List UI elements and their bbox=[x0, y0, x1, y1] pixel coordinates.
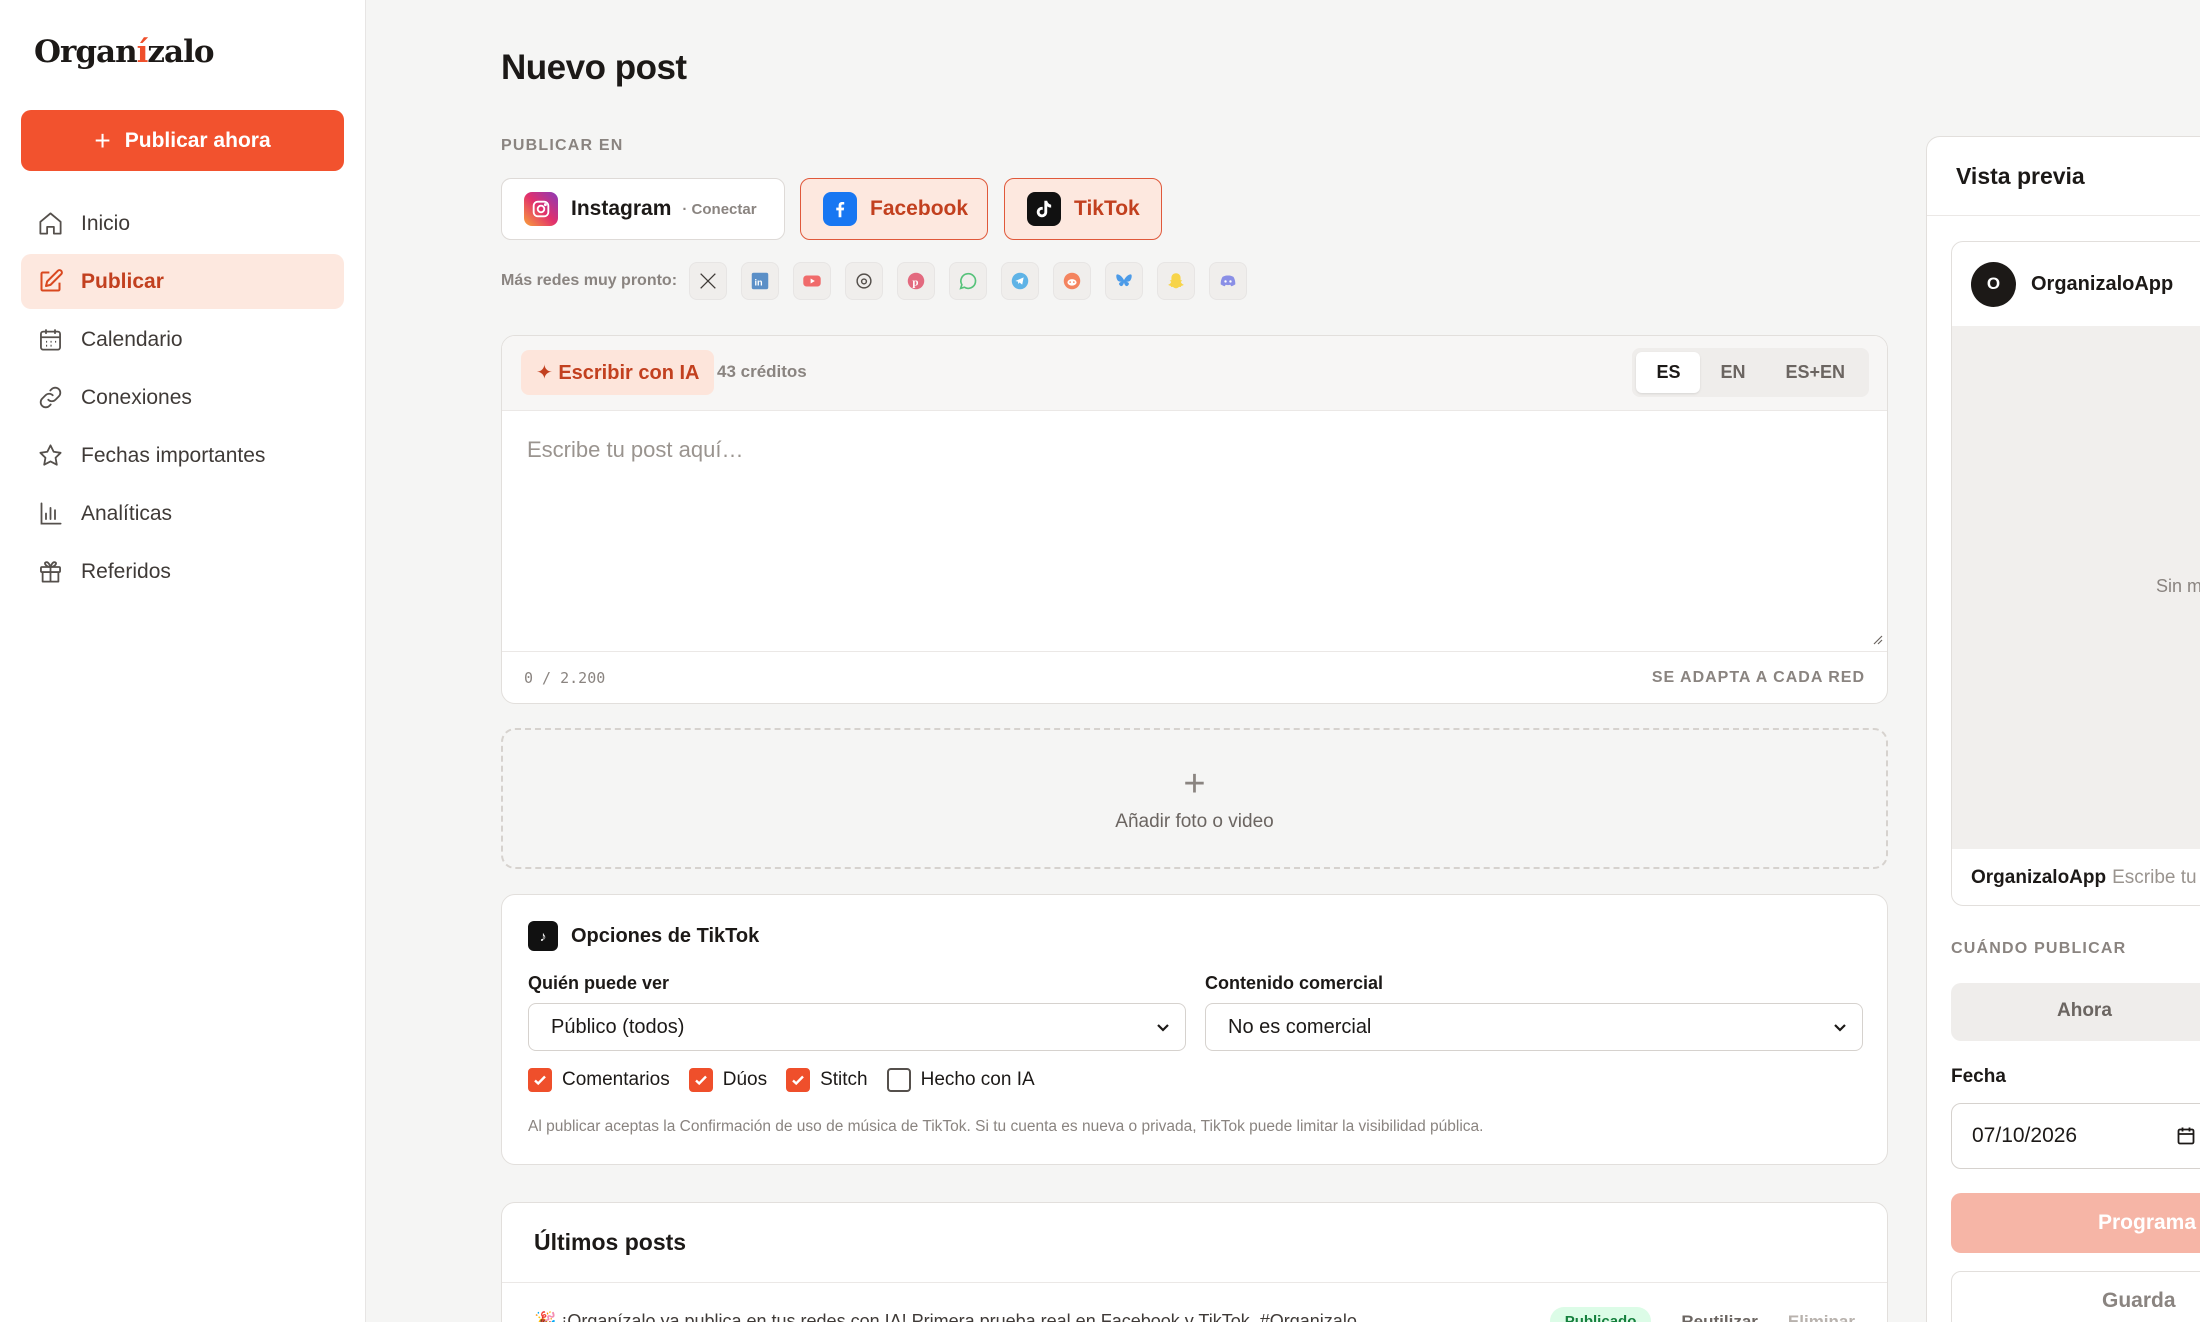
avatar: O bbox=[1971, 261, 2016, 307]
language-toggle: ES EN ES+EN bbox=[1632, 348, 1869, 397]
svg-text:in: in bbox=[755, 278, 764, 288]
write-with-ai-button[interactable]: ✦ Escribir con IA bbox=[521, 350, 715, 395]
plus-icon: + bbox=[1183, 762, 1206, 805]
date-input[interactable]: 07/10/2026 bbox=[1951, 1103, 2200, 1169]
lang-es-en-option[interactable]: ES+EN bbox=[1765, 352, 1865, 393]
lang-en-option[interactable]: EN bbox=[1700, 352, 1765, 393]
preview-card: O OrganizaloApp Sin m OrganizaloApp Escr… bbox=[1951, 241, 2200, 906]
x-icon bbox=[689, 262, 728, 300]
sidebar-item-analiticas[interactable]: Analíticas bbox=[21, 486, 344, 541]
tiktok-icon: ♪ bbox=[528, 921, 558, 951]
linkedin-icon: in bbox=[741, 262, 780, 300]
sidebar: Organízalo + Publicar ahora Inicio Publi… bbox=[0, 0, 366, 1322]
facebook-icon bbox=[823, 192, 857, 226]
sidebar-item-referidos[interactable]: Referidos bbox=[21, 544, 344, 599]
post-text-input[interactable]: Escribe tu post aquí… bbox=[502, 411, 1887, 651]
delete-button[interactable]: Eliminar bbox=[1788, 1312, 1855, 1322]
commercial-content-select[interactable]: No es comercial bbox=[1205, 1003, 1863, 1051]
threads-icon bbox=[845, 262, 884, 300]
svg-text:p: p bbox=[912, 277, 918, 289]
made-with-ai-checkbox[interactable]: Hecho con IA bbox=[886, 1068, 1035, 1092]
who-can-view-select[interactable]: Público (todos) bbox=[528, 1003, 1186, 1051]
network-instagram-button[interactable]: Instagram · Conectar bbox=[501, 178, 785, 240]
chevron-down-icon bbox=[1157, 1024, 1169, 1032]
discord-icon bbox=[1209, 262, 1248, 300]
edit-icon bbox=[40, 269, 63, 292]
calendar-icon[interactable] bbox=[2176, 1126, 2196, 1146]
comments-checkbox[interactable]: Comentarios bbox=[528, 1068, 670, 1092]
youtube-icon bbox=[793, 262, 832, 300]
network-facebook-button[interactable]: Facebook bbox=[800, 178, 988, 240]
tiktok-icon bbox=[1027, 192, 1061, 226]
coming-soon-networks: Más redes muy pronto: in p bbox=[501, 262, 1261, 300]
telegram-icon bbox=[1001, 262, 1040, 300]
sidebar-item-publicar[interactable]: Publicar bbox=[21, 254, 344, 309]
instagram-icon bbox=[524, 192, 558, 226]
reuse-button[interactable]: Reutilizar bbox=[1681, 1312, 1758, 1322]
sidebar-item-calendario[interactable]: Calendario bbox=[21, 312, 344, 367]
gift-icon bbox=[40, 561, 61, 583]
publish-in-label: Publicar en bbox=[501, 137, 624, 154]
publish-now-button[interactable]: + Publicar ahora bbox=[21, 110, 344, 171]
preview-title: Vista previa bbox=[1956, 163, 2085, 189]
link-icon bbox=[39, 386, 62, 409]
network-tiktok-button[interactable]: TikTok bbox=[1004, 178, 1162, 240]
recent-posts-panel: Últimos posts 🎉 ¡Organízalo ya publica e… bbox=[501, 1202, 1888, 1322]
bluesky-icon bbox=[1105, 262, 1144, 300]
snapchat-icon bbox=[1157, 262, 1196, 300]
publish-now-option[interactable]: Ahora bbox=[1951, 983, 2200, 1041]
tiktok-legal-note: Al publicar aceptas la Confirmación de u… bbox=[528, 1118, 1484, 1135]
when-to-publish-label: Cuándo publicar bbox=[1951, 940, 2127, 957]
star-icon bbox=[39, 444, 62, 466]
chevron-down-icon bbox=[1834, 1024, 1846, 1032]
checkmark-icon bbox=[786, 1068, 811, 1092]
tiktok-options-header: ♪ Opciones de TikTok bbox=[528, 921, 759, 951]
home-icon bbox=[39, 212, 62, 235]
plus-icon: + bbox=[94, 124, 111, 156]
list-item: 🎉 ¡Organízalo ya publica en tus redes co… bbox=[534, 1307, 1855, 1322]
checkmark-icon bbox=[688, 1068, 713, 1092]
sidebar-item-inicio[interactable]: Inicio bbox=[21, 196, 344, 251]
character-counter: 0 / 2.200 bbox=[524, 668, 606, 687]
divider bbox=[1927, 215, 2200, 216]
save-draft-button[interactable]: Guarda bbox=[1951, 1271, 2200, 1322]
sidebar-item-conexiones[interactable]: Conexiones bbox=[21, 370, 344, 425]
post-editor: ✦ Escribir con IA 43 créditos ES EN ES+E… bbox=[501, 335, 1888, 704]
divider bbox=[502, 1282, 1887, 1283]
schedule-button[interactable]: Programa bbox=[1951, 1193, 2200, 1253]
stitch-checkbox[interactable]: Stitch bbox=[786, 1068, 868, 1092]
sidebar-nav: Inicio Publicar Calendario Conexiones Fe… bbox=[21, 196, 344, 602]
page-title: Nuevo post bbox=[501, 48, 687, 87]
date-label: Fecha bbox=[1951, 1066, 2006, 1087]
editor-footer: 0 / 2.200 SE ADAPTA A CADA RED bbox=[502, 651, 1887, 703]
empty-checkbox-icon bbox=[886, 1068, 911, 1092]
lang-es-option[interactable]: ES bbox=[1636, 352, 1701, 393]
resize-handle-icon[interactable] bbox=[1871, 633, 1883, 645]
who-can-view-label: Quién puede ver bbox=[528, 973, 670, 993]
preview-user: O OrganizaloApp bbox=[1952, 242, 2200, 326]
adapt-note: SE ADAPTA A CADA RED bbox=[1651, 668, 1865, 686]
tiktok-permission-checks: Comentarios Dúos Stitch Hecho con IA bbox=[528, 1068, 1054, 1092]
preview-media: Sin m bbox=[1952, 326, 2200, 849]
commercial-content-label: Contenido comercial bbox=[1205, 973, 1384, 993]
bar-chart-icon bbox=[40, 502, 62, 525]
media-upload-dropzone[interactable]: + Añadir foto o video bbox=[501, 728, 1888, 869]
sidebar-item-fechas-importantes[interactable]: Fechas importantes bbox=[21, 428, 344, 483]
app-logo[interactable]: Organízalo bbox=[34, 34, 215, 70]
post-text: 🎉 ¡Organízalo ya publica en tus redes co… bbox=[534, 1311, 1357, 1322]
preview-caption: OrganizaloApp Escribe tu bbox=[1971, 867, 2197, 888]
duets-checkbox[interactable]: Dúos bbox=[688, 1068, 767, 1092]
checkmark-icon bbox=[528, 1068, 552, 1092]
tiktok-options-panel: ♪ Opciones de TikTok Quién puede ver Púb… bbox=[501, 894, 1888, 1165]
calendar-icon bbox=[40, 329, 61, 351]
whatsapp-icon bbox=[949, 262, 988, 300]
reddit-icon bbox=[1053, 262, 1092, 300]
recent-posts-title: Últimos posts bbox=[534, 1229, 687, 1255]
pinterest-icon: p bbox=[897, 262, 936, 300]
ai-credits: 43 créditos bbox=[717, 362, 807, 381]
editor-toolbar: ✦ Escribir con IA 43 créditos ES EN ES+E… bbox=[502, 336, 1887, 411]
preview-panel: Vista previa O OrganizaloApp Sin m Organ… bbox=[1926, 136, 2200, 1322]
status-badge: Publicado bbox=[1549, 1307, 1652, 1322]
